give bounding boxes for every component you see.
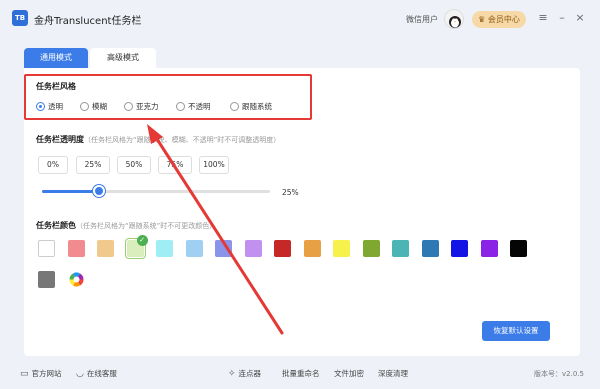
vip-center-button[interactable]: ♛ 会员中心	[472, 11, 526, 28]
color-swatch[interactable]	[392, 240, 409, 257]
annotation-highlight-box	[24, 74, 312, 120]
opacity-preset-25[interactable]: 25%	[76, 156, 110, 174]
opacity-title-text: 任务栏透明度	[36, 135, 84, 144]
file-encrypt-link[interactable]: 文件加密	[334, 368, 364, 379]
color-swatch[interactable]	[333, 240, 350, 257]
opacity-value-label: 25%	[282, 188, 299, 197]
opacity-slider-track[interactable]	[42, 190, 270, 193]
color-swatch[interactable]	[97, 240, 114, 257]
color-swatch[interactable]	[67, 240, 85, 257]
opacity-preset-0[interactable]: 0%	[38, 156, 68, 174]
penguin-avatar-icon	[449, 16, 461, 28]
color-title-text: 任务栏颜色	[36, 221, 76, 230]
color-swatch[interactable]	[244, 240, 262, 257]
menu-icon[interactable]: ≡	[536, 11, 550, 25]
color-swatch[interactable]	[421, 240, 439, 257]
restore-defaults-button[interactable]: 恢复默认设置	[482, 321, 550, 341]
color-swatch[interactable]	[274, 240, 291, 257]
user-name[interactable]: 微信用户	[406, 14, 438, 25]
opacity-section-title: 任务栏透明度（任务栏风格为“跟随系统、模糊、不透明”时不可调整透明度）	[36, 134, 280, 145]
cursor-click-icon: ✧	[228, 368, 236, 379]
color-section-title: 任务栏颜色（任务栏风格为“跟随系统”时不可更改颜色）	[36, 220, 216, 231]
vip-center-label: 会员中心	[487, 15, 520, 24]
tab-advanced-mode[interactable]: 高级模式	[90, 48, 156, 68]
color-wheel-center	[73, 276, 79, 283]
color-swatch[interactable]	[38, 271, 55, 288]
color-swatch[interactable]	[215, 240, 232, 257]
footer-bar: ▭ 官方网站 ◡ 在线客服 ✧ 连点器 批量重命名 文件加密 深度清理 版本号：…	[0, 360, 600, 389]
opacity-slider-fill	[42, 190, 99, 193]
opacity-slider-handle[interactable]	[93, 185, 105, 197]
headset-icon: ◡	[76, 368, 84, 379]
color-swatch[interactable]	[185, 240, 203, 257]
color-swatch[interactable]	[451, 240, 468, 257]
opacity-preset-50[interactable]: 50%	[117, 156, 151, 174]
opacity-preset-100[interactable]: 100%	[199, 156, 229, 174]
color-swatch[interactable]	[38, 240, 55, 257]
online-support-label: 在线客服	[86, 369, 117, 378]
auto-clicker-label: 连点器	[238, 369, 262, 378]
official-site-label: 官方网站	[31, 369, 62, 378]
tab-general-mode[interactable]: 通用模式	[24, 48, 88, 68]
custom-color-picker-icon[interactable]	[68, 271, 85, 288]
online-support-link[interactable]: ◡ 在线客服	[76, 368, 117, 379]
official-site-link[interactable]: ▭ 官方网站	[20, 368, 62, 379]
color-swatch[interactable]	[510, 240, 527, 257]
close-icon[interactable]: ×	[573, 11, 587, 25]
avatar[interactable]	[444, 9, 464, 29]
color-swatch[interactable]	[362, 240, 380, 257]
color-note: （任务栏风格为“跟随系统”时不可更改颜色）	[76, 222, 217, 230]
opacity-preset-75[interactable]: 75%	[158, 156, 192, 174]
color-swatch[interactable]	[303, 240, 321, 257]
monitor-icon: ▭	[20, 368, 29, 379]
title-bar: TB 金舟Translucent任务栏 微信用户 ♛ 会员中心 ≡ – ×	[0, 0, 600, 38]
opacity-note: （任务栏风格为“跟随系统、模糊、不透明”时不可调整透明度）	[84, 136, 281, 144]
color-swatch[interactable]	[156, 240, 173, 257]
minimize-icon[interactable]: –	[555, 11, 569, 25]
color-swatch[interactable]	[480, 240, 498, 257]
app-window: TB 金舟Translucent任务栏 微信用户 ♛ 会员中心 ≡ – × 通用…	[0, 0, 600, 389]
vip-crown-icon: ♛	[478, 15, 486, 24]
batch-rename-link[interactable]: 批量重命名	[282, 368, 320, 379]
deep-clean-link[interactable]: 深度清理	[378, 368, 408, 379]
check-icon: ✓	[136, 235, 148, 246]
version-label: 版本号：v2.0.5	[534, 370, 584, 378]
auto-clicker-link[interactable]: ✧ 连点器	[228, 368, 261, 379]
app-title: 金舟Translucent任务栏	[34, 16, 142, 27]
app-logo: TB	[12, 10, 28, 26]
